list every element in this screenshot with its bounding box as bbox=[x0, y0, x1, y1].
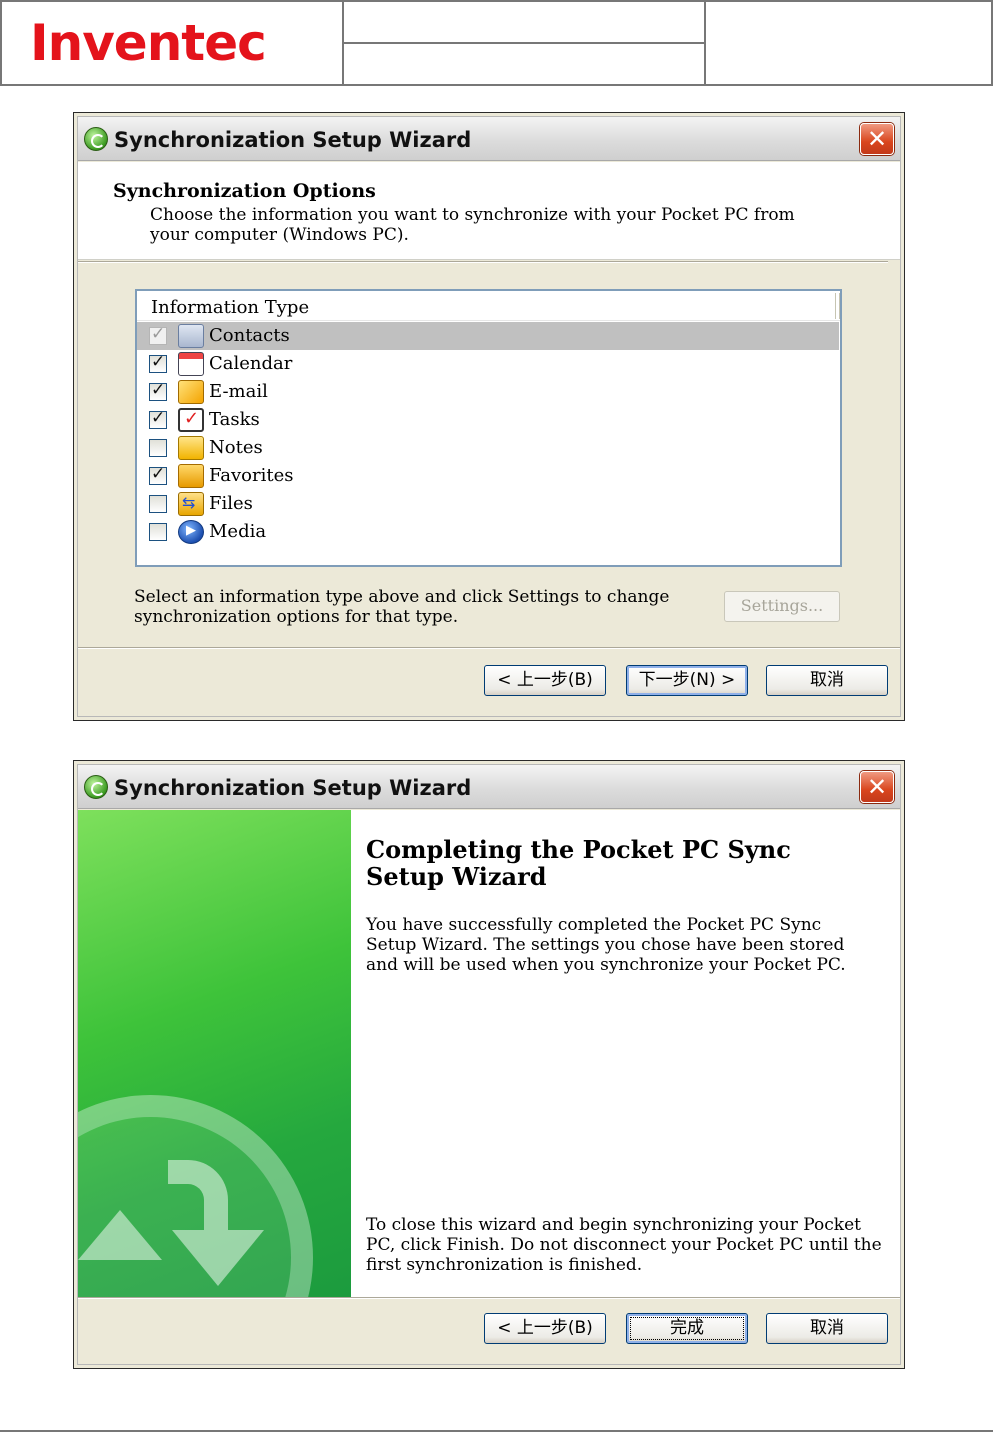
focus-rectangle bbox=[630, 1317, 744, 1340]
list-item-tasks[interactable]: Tasks bbox=[137, 406, 839, 434]
header-right-cell bbox=[706, 2, 991, 84]
next-button[interactable]: 下一步(N) > bbox=[626, 665, 748, 696]
wizard-header: Synchronization Options Choose the infor… bbox=[78, 162, 900, 260]
close-button[interactable]: ✕ bbox=[860, 771, 894, 803]
sync-up-arrow-icon bbox=[78, 1210, 162, 1260]
header-middle-cell bbox=[344, 2, 706, 84]
window-frame: Synchronization Setup Wizard ✕ Completin… bbox=[77, 764, 901, 1365]
list-item-favorites[interactable]: Favorites bbox=[137, 462, 839, 490]
document-header: Inventec bbox=[0, 0, 993, 86]
column-header[interactable]: Information Type bbox=[137, 291, 840, 321]
window-title: Synchronization Setup Wizard bbox=[114, 128, 472, 152]
files-icon bbox=[178, 492, 204, 516]
wizard-content: Completing the Pocket PC Sync Setup Wiza… bbox=[351, 810, 900, 1297]
close-button[interactable]: ✕ bbox=[860, 123, 894, 155]
list-item-label: Files bbox=[209, 493, 253, 514]
footer-divider bbox=[78, 647, 900, 649]
list-item-label: Tasks bbox=[209, 409, 260, 430]
column-header-label: Information Type bbox=[151, 297, 310, 318]
list-item-calendar[interactable]: Calendar bbox=[137, 350, 839, 378]
media-checkbox[interactable] bbox=[149, 523, 167, 541]
list-item-contacts[interactable]: Contacts bbox=[137, 322, 839, 350]
list-item-media[interactable]: Media bbox=[137, 518, 839, 546]
page-title: Synchronization Options bbox=[113, 180, 376, 202]
completion-message: You have successfully completed the Pock… bbox=[366, 915, 846, 975]
sync-app-icon bbox=[84, 775, 108, 799]
back-button[interactable]: < 上一步(B) bbox=[484, 665, 606, 696]
list-item-label: Favorites bbox=[209, 465, 294, 486]
list-item-files[interactable]: Files bbox=[137, 490, 839, 518]
finish-instructions: To close this wizard and begin synchroni… bbox=[366, 1215, 882, 1275]
notes-checkbox[interactable] bbox=[149, 439, 167, 457]
completion-heading: Completing the Pocket PC Sync Setup Wiza… bbox=[366, 835, 791, 891]
email-icon bbox=[178, 380, 204, 404]
favorites-icon bbox=[178, 464, 204, 488]
tasks-icon bbox=[178, 408, 204, 432]
footer-divider bbox=[78, 1297, 900, 1299]
information-type-list[interactable]: Information Type Contacts Calendar E-mai… bbox=[135, 289, 842, 567]
sync-down-arrow-icon bbox=[172, 1230, 264, 1286]
media-icon bbox=[178, 520, 204, 544]
completing-wizard-window: Synchronization Setup Wizard ✕ Completin… bbox=[73, 760, 905, 1369]
header-middle-top bbox=[344, 2, 704, 44]
settings-hint: Select an information type above and cli… bbox=[134, 587, 670, 627]
header-middle-bottom bbox=[344, 44, 704, 84]
notes-icon bbox=[178, 436, 204, 460]
list-item-email[interactable]: E-mail bbox=[137, 378, 839, 406]
list-item-label: E-mail bbox=[209, 381, 268, 402]
calendar-icon bbox=[178, 352, 204, 376]
list-item-label: Notes bbox=[209, 437, 263, 458]
title-bar[interactable]: Synchronization Setup Wizard ✕ bbox=[78, 117, 900, 161]
close-icon: ✕ bbox=[866, 773, 888, 801]
back-button[interactable]: < 上一步(B) bbox=[484, 1313, 606, 1344]
list-item-notes[interactable]: Notes bbox=[137, 434, 839, 462]
settings-button[interactable]: Settings... bbox=[724, 591, 840, 622]
page-description: Choose the information you want to synch… bbox=[150, 205, 795, 245]
header-divider bbox=[78, 261, 888, 263]
contacts-icon bbox=[178, 324, 204, 348]
close-icon: ✕ bbox=[866, 125, 888, 153]
calendar-checkbox[interactable] bbox=[149, 352, 167, 373]
sync-options-window: Synchronization Setup Wizard ✕ Synchroni… bbox=[73, 112, 905, 721]
window-title: Synchronization Setup Wizard bbox=[114, 776, 472, 800]
favorites-checkbox[interactable] bbox=[149, 464, 167, 485]
window-frame: Synchronization Setup Wizard ✕ Synchroni… bbox=[77, 116, 901, 717]
files-checkbox[interactable] bbox=[149, 495, 167, 513]
tasks-checkbox[interactable] bbox=[149, 408, 167, 429]
cancel-button[interactable]: 取消 bbox=[766, 1313, 888, 1344]
logo-cell: Inventec bbox=[2, 2, 344, 84]
list-item-label: Calendar bbox=[209, 353, 293, 374]
finish-button[interactable]: 完成 bbox=[626, 1313, 748, 1344]
email-checkbox[interactable] bbox=[149, 380, 167, 401]
title-bar[interactable]: Synchronization Setup Wizard ✕ bbox=[78, 765, 900, 809]
contacts-checkbox[interactable] bbox=[149, 324, 167, 345]
cancel-button[interactable]: 取消 bbox=[766, 665, 888, 696]
wizard-side-banner bbox=[78, 810, 351, 1297]
list-item-label: Contacts bbox=[209, 325, 290, 346]
inventec-logo: Inventec bbox=[30, 14, 267, 72]
list-item-label: Media bbox=[209, 521, 267, 542]
sync-app-icon bbox=[84, 127, 108, 151]
document-footer-line bbox=[0, 1430, 993, 1432]
